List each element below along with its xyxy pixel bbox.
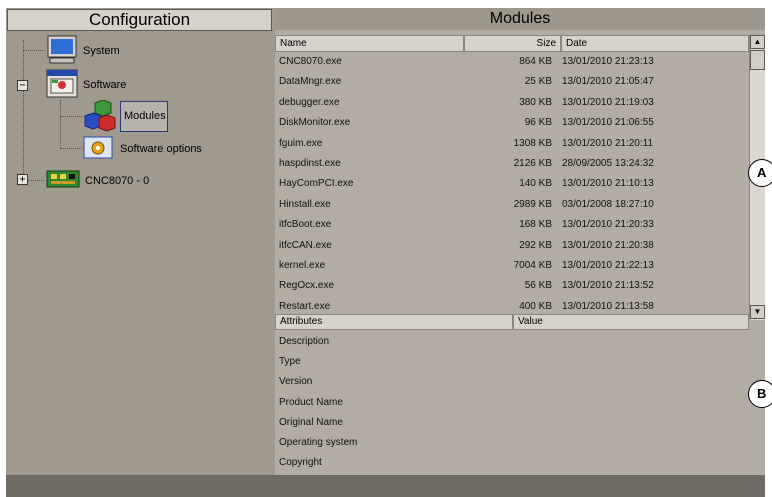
attribute-label: Type	[279, 356, 301, 368]
configuration-window: Configuration System − Software Modules …	[6, 8, 765, 475]
attribute-label: Copyright	[279, 457, 322, 469]
module-name: haspdinst.exe	[279, 158, 341, 169]
module-size: 7004 KB	[513, 260, 552, 271]
module-name: CNC8070.exe	[279, 56, 342, 67]
table-row[interactable]: RegOcx.exe 56 KB 13/01/2010 21:13:52	[275, 276, 749, 296]
module-date: 03/01/2008 18:27:10	[562, 198, 654, 210]
tree-line	[60, 148, 82, 149]
callout-b: B	[748, 380, 772, 408]
module-name: debugger.exe	[279, 96, 340, 108]
tree-line	[23, 50, 45, 51]
table-row[interactable]: debugger.exe 380 KB 13/01/2010 21:19:03	[275, 93, 749, 113]
table-row[interactable]: HayComPCI.exe 140 KB 13/01/2010 21:10:13	[275, 174, 749, 194]
module-date: 13/01/2010 21:06:55	[562, 117, 654, 129]
modules-title: Modules	[275, 8, 765, 30]
expand-cnc-icon[interactable]: +	[17, 174, 28, 185]
tree-label-cnc: CNC8070 - 0	[85, 175, 150, 187]
module-size: 380 KB	[519, 96, 552, 108]
module-date: 13/01/2010 21:19:03	[562, 96, 654, 108]
table-row[interactable]: fguim.exe 1308 KB 13/01/2010 21:20:11	[275, 134, 749, 154]
module-date: 13/01/2010 21:20:33	[562, 219, 654, 231]
tree-line	[23, 40, 24, 180]
module-size: 864 KB	[519, 56, 552, 67]
module-name: DiskMonitor.exe	[279, 117, 351, 129]
scroll-thumb[interactable]	[750, 50, 765, 70]
tree-label-system: System	[83, 45, 120, 57]
column-header-date[interactable]: Date	[561, 35, 749, 52]
module-date: 13/01/2010 21:22:13	[562, 260, 654, 271]
attribute-label: Description	[279, 336, 330, 347]
software-window-icon	[46, 69, 78, 98]
module-name: fguim.exe	[279, 137, 323, 149]
options-gear-icon	[83, 136, 113, 159]
attribute-label: Version	[279, 376, 313, 388]
module-name: HayComPCI.exe	[279, 178, 354, 190]
attribute-row[interactable]: Type	[275, 351, 765, 371]
configuration-title: Configuration	[7, 9, 272, 31]
tree-line	[60, 100, 61, 148]
module-size: 400 KB	[519, 300, 552, 312]
module-size: 56 KB	[524, 280, 552, 292]
module-size: 25 KB	[524, 76, 552, 88]
module-name: kernel.exe	[279, 260, 326, 271]
module-size: 292 KB	[519, 239, 552, 251]
scroll-down-button[interactable]: ▼	[750, 305, 765, 319]
module-size: 140 KB	[519, 178, 552, 190]
tree-line	[28, 180, 44, 181]
attribute-label: Product Name	[279, 396, 343, 408]
table-row[interactable]: Hinstall.exe 2989 KB 03/01/2008 18:27:10	[275, 195, 749, 215]
module-name: RegOcx.exe	[279, 280, 335, 292]
module-date: 13/01/2010 21:05:47	[562, 76, 654, 88]
attribute-row[interactable]: Operating system	[275, 432, 765, 452]
table-row[interactable]: haspdinst.exe 2126 KB 28/09/2005 13:24:32	[275, 154, 749, 174]
module-size: 1308 KB	[513, 137, 552, 149]
scroll-up-button[interactable]: ▲	[750, 35, 765, 49]
modules-panel: Modules Name Size Date CNC8070.exe 864 KB…	[275, 8, 765, 475]
column-header-attributes[interactable]: Attributes	[275, 314, 513, 330]
module-date: 13/01/2010 21:23:13	[562, 56, 654, 67]
module-size: 2989 KB	[513, 198, 552, 210]
tree-label-software-options: Software options	[120, 143, 202, 155]
table-row[interactable]: itfcCAN.exe 292 KB 13/01/2010 21:20:38	[275, 236, 749, 256]
monitor-icon	[47, 35, 77, 64]
module-date: 13/01/2010 21:20:38	[562, 239, 654, 251]
module-size: 96 KB	[524, 117, 552, 129]
table-row[interactable]: DataMngr.exe 25 KB 13/01/2010 21:05:47	[275, 72, 749, 92]
tree-label-software: Software	[83, 79, 127, 91]
table-row[interactable]: DiskMonitor.exe 96 KB 13/01/2010 21:06:55	[275, 113, 749, 133]
column-header-size[interactable]: Size	[464, 35, 561, 52]
module-date: 13/01/2010 21:13:52	[562, 280, 654, 292]
module-date: 13/01/2010 21:13:58	[562, 300, 654, 312]
attribute-row[interactable]: Description	[275, 331, 765, 351]
module-name: Restart.exe	[279, 300, 331, 312]
module-size: 2126 KB	[513, 158, 552, 169]
table-row[interactable]: kernel.exe 7004 KB 13/01/2010 21:22:13	[275, 256, 749, 276]
table-row[interactable]: CNC8070.exe 864 KB 13/01/2010 21:23:13	[275, 52, 749, 72]
attribute-row[interactable]: Version	[275, 371, 765, 391]
column-header-value[interactable]: Value	[513, 314, 749, 330]
module-date: 28/09/2005 13:24:32	[562, 158, 654, 169]
collapse-software-icon[interactable]: −	[17, 80, 28, 91]
attribute-label: Operating system	[279, 437, 358, 448]
column-header-name[interactable]: Name	[275, 35, 464, 52]
module-name: Hinstall.exe	[279, 198, 331, 210]
attribute-row[interactable]: Copyright	[275, 452, 765, 472]
callout-a: A	[748, 159, 772, 187]
module-date: 13/01/2010 21:20:11	[562, 137, 654, 149]
cubes-icon	[84, 100, 116, 132]
module-date: 13/01/2010 21:10:13	[562, 178, 654, 190]
attribute-label: Original Name	[279, 416, 343, 428]
tree-label-modules: Modules	[124, 110, 166, 122]
module-name: itfcBoot.exe	[279, 219, 332, 231]
circuit-board-icon	[46, 170, 80, 188]
module-name: itfcCAN.exe	[279, 239, 332, 251]
attribute-row[interactable]: Original Name	[275, 412, 765, 432]
bottom-bar	[6, 475, 765, 497]
module-name: DataMngr.exe	[279, 76, 342, 88]
table-row[interactable]: itfcBoot.exe 168 KB 13/01/2010 21:20:33	[275, 215, 749, 235]
attribute-row[interactable]: Product Name	[275, 392, 765, 412]
tree-line	[60, 116, 82, 117]
configuration-panel: Configuration System − Software Modules …	[6, 8, 273, 475]
module-size: 168 KB	[519, 219, 552, 231]
